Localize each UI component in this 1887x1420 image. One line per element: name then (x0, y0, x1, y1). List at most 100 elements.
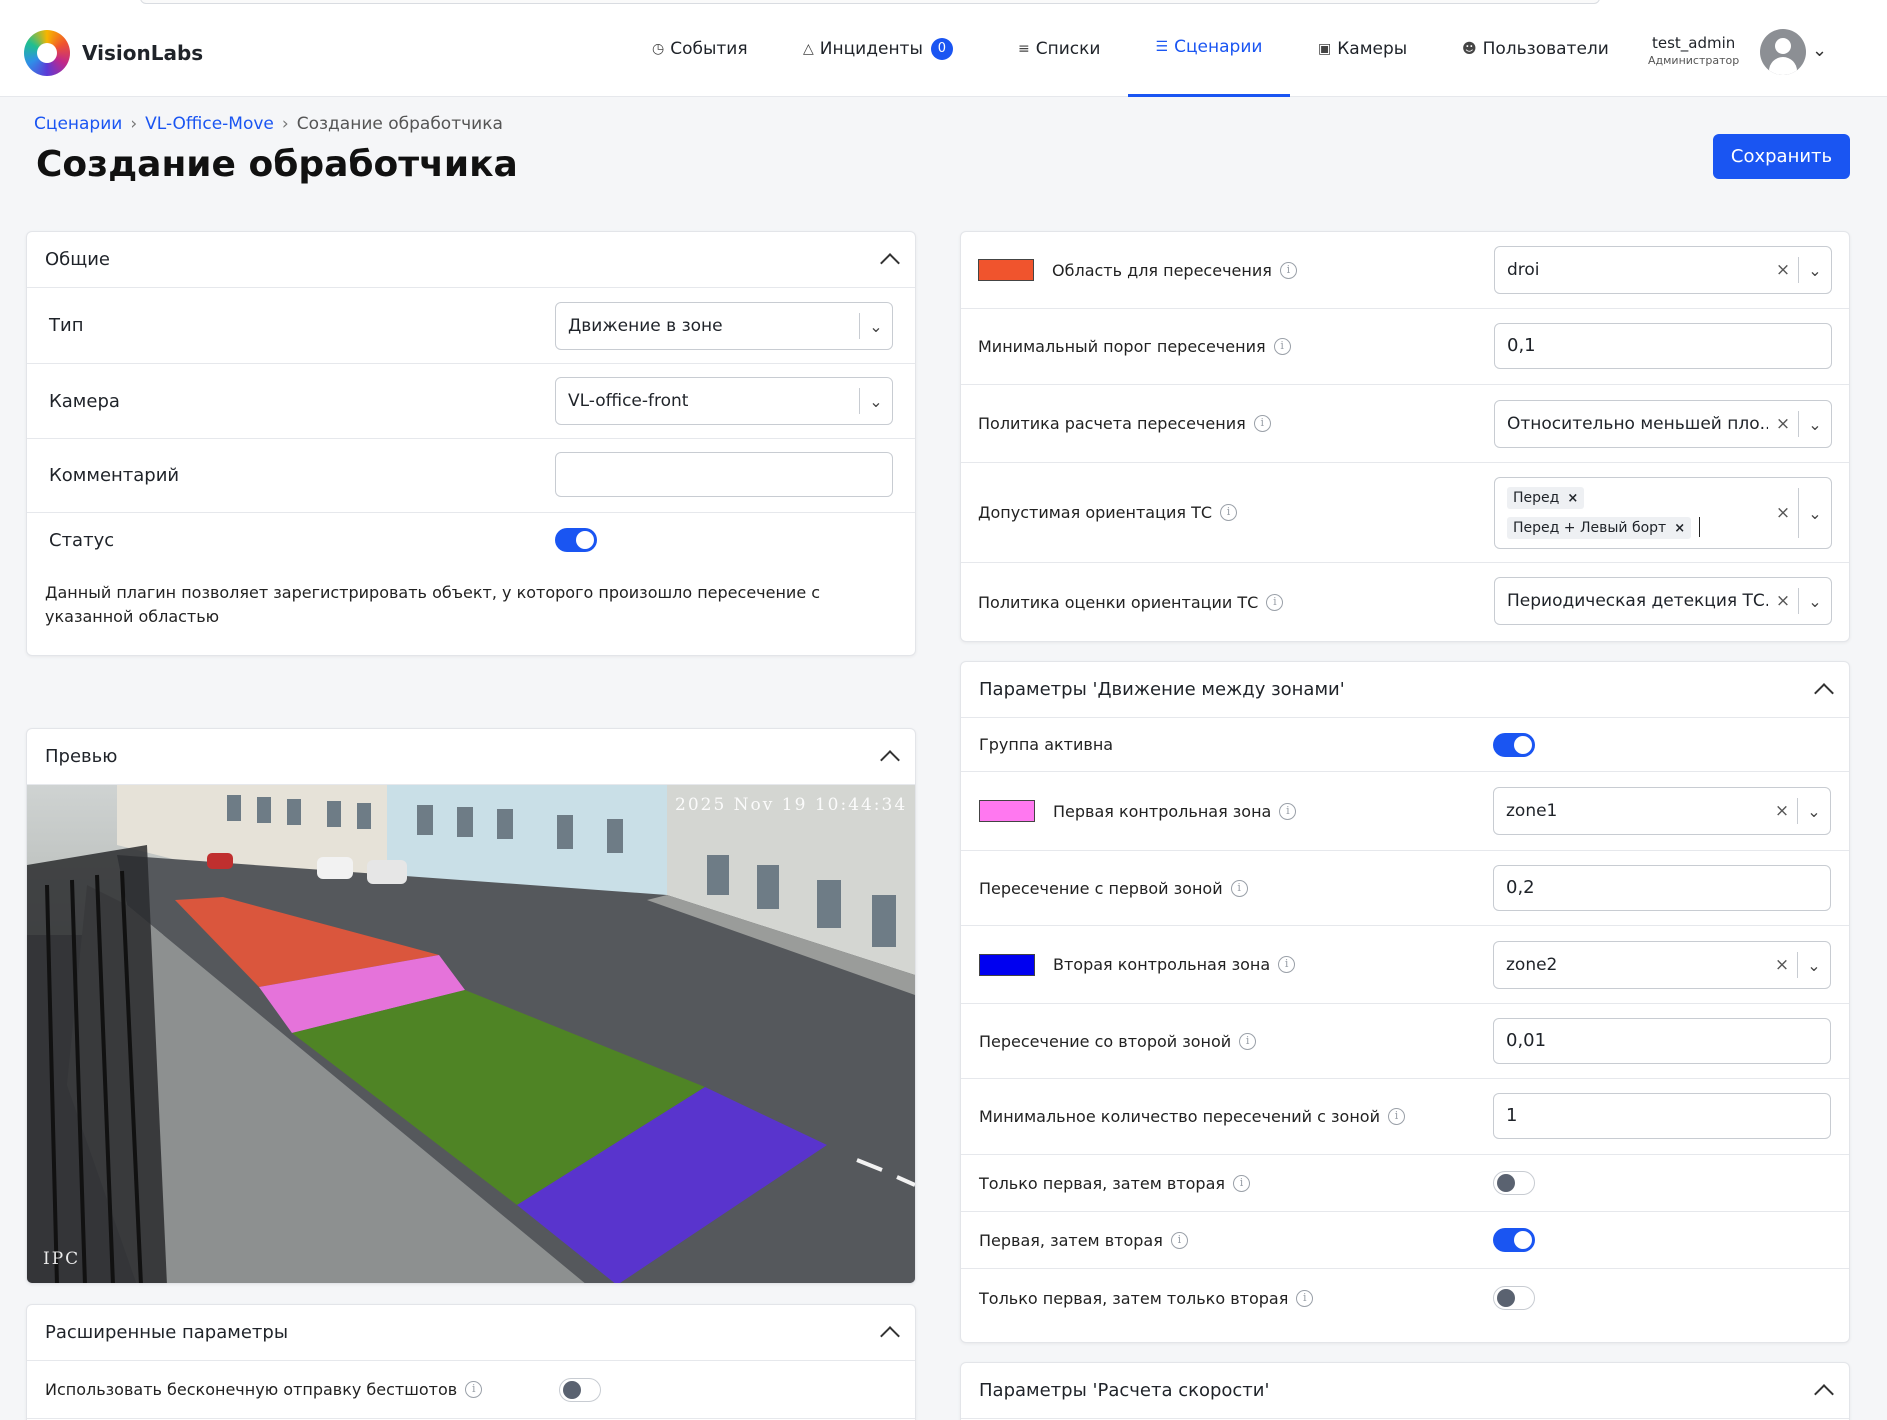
chevron-down-icon[interactable]: ⌄ (1799, 261, 1831, 280)
nav-users[interactable]: ☻ Пользователи (1462, 0, 1609, 97)
sliders-icon: ☰ (1155, 39, 1169, 55)
chevron-down-icon[interactable]: ⌄ (1799, 504, 1831, 523)
osd-camera-label: IPC (43, 1249, 81, 1269)
info-icon[interactable]: i (1239, 1032, 1257, 1050)
info-icon[interactable]: i (1230, 879, 1248, 897)
info-icon[interactable]: i (1220, 504, 1238, 521)
infinite-bestshot-row: Использовать бесконечную отправку бестшо… (27, 1361, 915, 1419)
breadcrumb-scenarios[interactable]: Сценарии (34, 114, 122, 134)
clear-icon[interactable]: × (1768, 260, 1798, 280)
osd-timestamp: 2025 Nov 19 10:44:34 (675, 795, 908, 815)
min-threshold-label: Минимальный порог пересечения i (978, 337, 1291, 356)
only-first-then-only-second-row: Только первая, затем только вторая i (961, 1269, 1849, 1327)
nav-incidents[interactable]: △ Инциденты 0 (803, 0, 953, 97)
first-zone-select[interactable]: zone1 × ⌄ (1493, 787, 1831, 835)
nav-lists[interactable]: ≡ Списки (1018, 0, 1100, 97)
min-threshold-text: Минимальный порог пересечения (978, 337, 1266, 356)
breadcrumb-scenario[interactable]: VL-Office-Move (145, 114, 274, 134)
only-first-then-second-toggle[interactable] (1493, 1171, 1535, 1195)
info-icon[interactable]: i (1387, 1108, 1405, 1125)
advanced-card-header[interactable]: Расширенные параметры (27, 1305, 915, 1361)
user-role: Администратор (1648, 54, 1740, 67)
clear-icon[interactable]: × (1768, 414, 1798, 434)
clear-icon[interactable]: × (1767, 955, 1797, 975)
speed-card-title: Параметры 'Расчета скорости' (979, 1380, 1270, 1401)
speed-card-header[interactable]: Параметры 'Расчета скорости' (961, 1363, 1849, 1419)
info-icon[interactable]: i (1266, 594, 1284, 611)
camera-select[interactable]: VL-office-front ⌄ (555, 377, 893, 425)
remove-tag-icon[interactable]: × (1567, 491, 1578, 506)
group-active-label: Группа активна (979, 735, 1114, 754)
chevron-down-icon[interactable]: ⌄ (860, 317, 892, 336)
group-active-toggle[interactable] (1493, 733, 1535, 757)
second-cross-input[interactable]: 0,01 (1493, 1018, 1831, 1064)
info-icon[interactable]: i (1296, 1289, 1314, 1307)
first-then-second-toggle[interactable] (1493, 1228, 1535, 1252)
infinite-bestshot-toggle[interactable] (559, 1378, 601, 1402)
info-icon[interactable]: i (1279, 261, 1297, 279)
nav-users-label: Пользователи (1482, 38, 1609, 59)
logo[interactable]: VisionLabs (24, 30, 203, 76)
advanced-card-title: Расширенные параметры (45, 1322, 289, 1343)
between-zones-card: Параметры 'Движение между зонами' Группа… (960, 661, 1850, 1343)
info-icon[interactable]: i (465, 1381, 483, 1398)
avatar[interactable] (1760, 29, 1806, 75)
camera-row: Камера VL-office-front ⌄ (27, 364, 915, 439)
first-cross-label: Пересечение с первой зоной i (979, 879, 1248, 898)
chevron-up-icon[interactable] (1814, 682, 1834, 703)
info-icon[interactable]: i (1278, 956, 1296, 973)
info-icon[interactable]: i (1233, 1174, 1251, 1192)
nav-events[interactable]: ◷ События (652, 0, 748, 97)
remove-tag-icon[interactable]: × (1674, 521, 1685, 536)
chevron-down-icon[interactable]: ⌄ (1798, 956, 1830, 975)
chevron-up-icon[interactable] (880, 749, 900, 770)
orientation-multiselect[interactable]: Перед × Перед + Левый борт × × ⌄ (1494, 477, 1832, 549)
info-icon[interactable]: i (1279, 802, 1297, 820)
policy-select[interactable]: Относительно меньшей пло... × ⌄ (1494, 400, 1832, 448)
policy-row: Политика расчета пересечения i Относитель… (961, 385, 1849, 463)
between-zones-header[interactable]: Параметры 'Движение между зонами' (961, 662, 1849, 718)
general-card-header[interactable]: Общие (27, 232, 915, 288)
nav-scenarios[interactable]: ☰ Сценарии (1128, 0, 1290, 97)
preview-card-header[interactable]: Превью (27, 729, 915, 785)
nav-cameras[interactable]: ▣ Камеры (1318, 0, 1407, 97)
text-cursor (1699, 517, 1706, 537)
min-count-input[interactable]: 1 (1493, 1093, 1831, 1139)
chevron-down-icon[interactable]: ⌄ (860, 392, 892, 411)
chevron-down-icon[interactable]: ⌄ (1799, 592, 1831, 611)
chevron-down-icon[interactable]: ⌄ (1798, 802, 1830, 821)
second-zone-select[interactable]: zone2 × ⌄ (1493, 941, 1831, 989)
min-count-row: Минимальное количество пересечений с зон… (961, 1079, 1849, 1155)
info-icon[interactable]: i (1253, 415, 1271, 432)
type-select[interactable]: Движение в зоне ⌄ (555, 302, 893, 350)
area-select[interactable]: droi × ⌄ (1494, 246, 1832, 294)
orientation-tag: Перед × (1507, 487, 1585, 509)
clear-icon[interactable]: × (1768, 503, 1798, 523)
chevron-up-icon[interactable] (880, 252, 900, 273)
general-card: Общие Тип Движение в зоне ⌄ Камера VL-of… (26, 231, 916, 656)
infinite-bestshot-text: Использовать бесконечную отправку бестшо… (45, 1380, 458, 1399)
orientation-policy-select[interactable]: Периодическая детекция ТС... × ⌄ (1494, 577, 1832, 625)
comment-input[interactable] (555, 452, 893, 497)
first-cross-input[interactable]: 0,2 (1493, 865, 1831, 911)
toggle-knob (1514, 736, 1532, 754)
first-then-second-row: Первая, затем вторая i (961, 1212, 1849, 1269)
chevron-up-icon[interactable] (1814, 1383, 1834, 1404)
min-threshold-input[interactable]: 0,1 (1494, 323, 1832, 369)
clear-icon[interactable]: × (1767, 801, 1797, 821)
clear-icon[interactable]: × (1768, 591, 1798, 611)
toggle-knob (1497, 1174, 1515, 1192)
chevron-down-icon[interactable]: ⌄ (1799, 415, 1831, 434)
user-info[interactable]: test_admin Администратор (1648, 34, 1739, 67)
camera-preview[interactable]: 2025 Nov 19 10:44:34 IPC (27, 785, 915, 1283)
info-icon[interactable]: i (1170, 1231, 1188, 1249)
status-toggle[interactable] (555, 528, 597, 552)
chevron-up-icon[interactable] (880, 1325, 900, 1346)
first-zone-color-swatch (979, 800, 1035, 822)
chevron-down-icon[interactable]: ⌄ (1812, 40, 1827, 61)
only-first-then-only-second-toggle[interactable] (1493, 1286, 1535, 1310)
only-first-then-second-label: Только первая, затем вторая i (979, 1174, 1251, 1193)
camera-value: VL-office-front (568, 391, 689, 411)
save-button[interactable]: Сохранить (1713, 134, 1850, 179)
info-icon[interactable]: i (1273, 338, 1291, 355)
